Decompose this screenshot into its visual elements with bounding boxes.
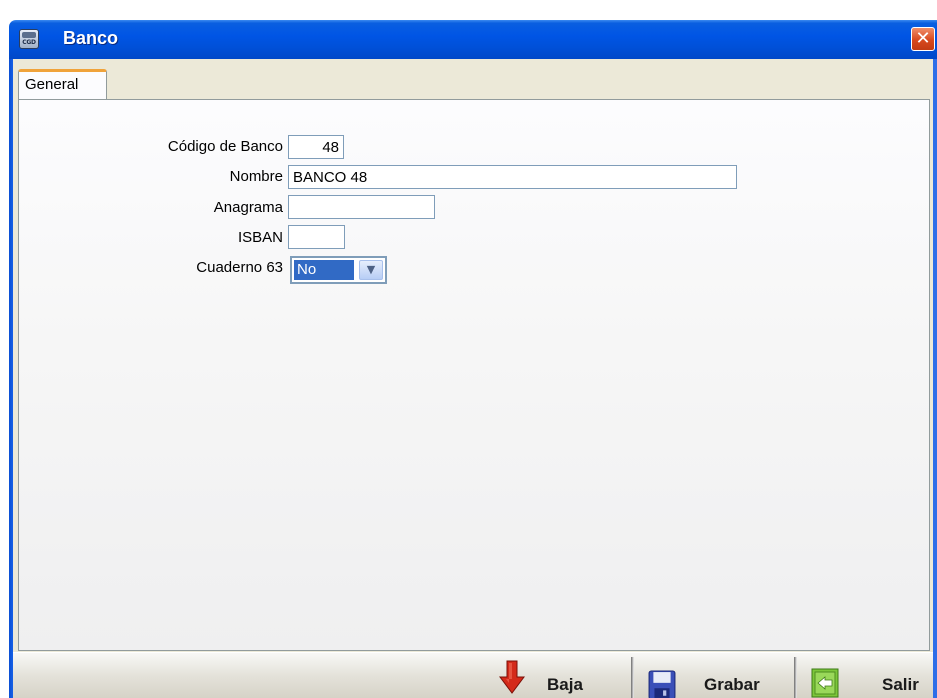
app-icon: CGD (19, 29, 39, 49)
anagrama-label: Anagrama (213, 199, 283, 216)
exit-arrow-icon (811, 668, 839, 698)
bottom-toolbar: Baja Grabar Salir (13, 652, 933, 698)
baja-button[interactable]: Baja (488, 653, 631, 698)
app-icon-top (22, 32, 36, 38)
isban-input[interactable] (288, 225, 345, 249)
grabar-button[interactable]: Grabar (634, 653, 794, 698)
app-icon-text: CGD (22, 39, 36, 46)
isban-label: ISBAN (237, 229, 283, 246)
close-icon: ✕ (915, 28, 931, 49)
cuaderno-selected-value: No (294, 260, 354, 280)
salir-button[interactable]: Salir (797, 653, 933, 698)
tab-general-label: General (25, 76, 79, 93)
chevron-down-icon[interactable]: ▼ (359, 260, 383, 280)
window-title: Banco (63, 28, 119, 48)
close-button[interactable]: ✕ (911, 27, 935, 51)
title-bar[interactable]: CGD Banco ✕ (9, 20, 937, 59)
banco-window: CGD Banco ✕ General Código de Banco Nomb… (0, 0, 937, 698)
nombre-label: Nombre (229, 168, 283, 185)
salir-label: Salir (882, 675, 919, 694)
floppy-disk-icon (648, 670, 676, 698)
baja-label: Baja (547, 675, 583, 694)
cuaderno-select[interactable]: No ▼ (290, 256, 387, 284)
tab-general[interactable]: General (18, 69, 107, 99)
tab-panel-general: Código de Banco Nombre Anagrama ISBAN Cu… (18, 99, 930, 651)
codigo-label: Código de Banco (167, 138, 283, 155)
down-arrow-icon (499, 660, 525, 694)
nombre-input[interactable] (288, 165, 737, 189)
client-area: General Código de Banco Nombre Anagrama … (13, 59, 933, 698)
window-frame-right (933, 59, 937, 698)
codigo-input[interactable] (288, 135, 344, 159)
anagrama-input[interactable] (288, 195, 435, 219)
grabar-label: Grabar (704, 675, 760, 694)
cuaderno-label: Cuaderno 63 (196, 259, 283, 276)
